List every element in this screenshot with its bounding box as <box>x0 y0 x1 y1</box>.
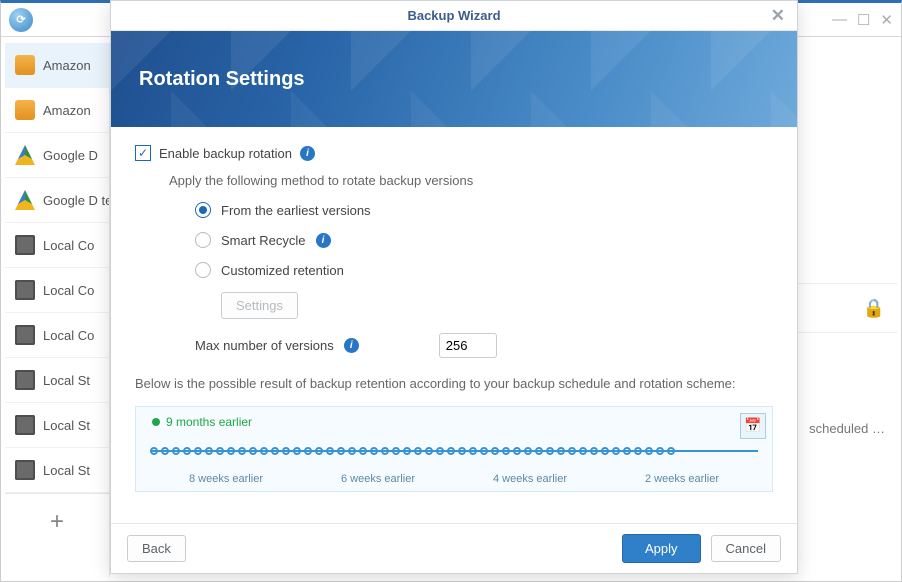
max-versions-label: Max number of versions <box>195 338 334 353</box>
sidebar-item[interactable]: Google D test <box>5 178 109 223</box>
window-min-icon[interactable]: — <box>832 11 847 29</box>
enable-rotation-label: Enable backup rotation <box>159 146 292 161</box>
local-icon <box>15 370 35 390</box>
amazon-icon <box>15 100 35 120</box>
dialog-titlebar: Backup Wizard ✕ <box>111 1 797 31</box>
banner-title: Rotation Settings <box>139 68 305 91</box>
sidebar-item-label: Local Co <box>43 238 94 253</box>
sidebar-item[interactable]: Amazon <box>5 43 109 88</box>
radio-earliest-label: From the earliest versions <box>221 203 371 218</box>
sidebar-item[interactable]: Google D <box>5 133 109 178</box>
timeline-marker-label: 4 weeks earlier <box>493 473 567 485</box>
cancel-button[interactable]: Cancel <box>711 535 781 562</box>
amazon-icon <box>15 55 35 75</box>
timeline-marker-label: 2 weeks earlier <box>645 473 719 485</box>
sidebar-item[interactable]: Local St <box>5 403 109 448</box>
dialog-banner: Rotation Settings <box>111 31 797 127</box>
back-button[interactable]: Back <box>127 535 186 562</box>
gdrive-icon <box>15 145 35 165</box>
settings-button[interactable]: Settings <box>221 292 298 319</box>
apply-method-label: Apply the following method to rotate bac… <box>169 173 773 188</box>
window-close-icon[interactable]: ✕ <box>880 11 893 29</box>
sidebar-item-label: Local St <box>43 373 90 388</box>
sidebar-item-label: Local St <box>43 418 90 433</box>
gdrive-icon <box>15 190 35 210</box>
dot-icon <box>152 418 160 426</box>
local-icon <box>15 460 35 480</box>
local-icon <box>15 280 35 300</box>
dialog-body: ✓ Enable backup rotation i Apply the fol… <box>111 127 797 523</box>
info-icon[interactable]: i <box>300 146 315 161</box>
sidebar-item[interactable]: Local St <box>5 448 109 493</box>
sidebar-item[interactable]: Local Co <box>5 313 109 358</box>
radio-smart[interactable] <box>195 232 211 248</box>
lock-icon[interactable]: 🔒 <box>863 298 885 319</box>
local-icon <box>15 325 35 345</box>
calendar-icon[interactable]: 📅 <box>740 413 766 439</box>
timeline-track <box>150 445 758 457</box>
app-icon: ⟳ <box>9 8 33 32</box>
radio-smart-label: Smart Recycle <box>221 233 306 248</box>
radio-custom-label: Customized retention <box>221 263 344 278</box>
sidebar: Amazon Amazon Google D Google D test Local C… <box>5 43 109 577</box>
sidebar-item[interactable]: Local St <box>5 358 109 403</box>
apply-button[interactable]: Apply <box>622 534 701 563</box>
retention-timeline: 📅 9 months earlier 8 weeks earlier 6 week… <box>135 406 773 492</box>
sidebar-item-label: Google D <box>43 148 98 163</box>
timeline-marker-label: 6 weeks earlier <box>341 473 415 485</box>
earliest-marker: 9 months earlier <box>152 415 252 429</box>
local-icon <box>15 415 35 435</box>
sidebar-item-label: Local Co <box>43 283 94 298</box>
window-max-icon[interactable]: ☐ <box>857 11 870 29</box>
info-icon[interactable]: i <box>316 233 331 248</box>
max-versions-input[interactable] <box>439 333 497 358</box>
add-task-button[interactable]: + <box>5 493 109 550</box>
info-icon[interactable]: i <box>344 338 359 353</box>
sidebar-item-label: Amazon <box>43 103 91 118</box>
radio-earliest[interactable] <box>195 202 211 218</box>
sidebar-item[interactable]: Amazon <box>5 88 109 133</box>
timeline-marker-label: 8 weeks earlier <box>189 473 263 485</box>
sidebar-item-label: Local St <box>43 463 90 478</box>
timeline-explain: Below is the possible result of backup r… <box>135 374 773 394</box>
timeline-markers: 8 weeks earlier 6 weeks earlier 4 weeks ea… <box>150 473 758 485</box>
backup-wizard-dialog: Backup Wizard ✕ Rotation Settings ✓ Enab… <box>110 0 798 574</box>
enable-rotation-checkbox[interactable]: ✓ <box>135 145 151 161</box>
rotation-method-radios: From the earliest versions Smart Recycle… <box>195 202 773 319</box>
earliest-label: 9 months earlier <box>166 415 252 429</box>
dialog-footer: Back Apply Cancel <box>111 523 797 573</box>
close-icon[interactable]: ✕ <box>771 6 785 26</box>
sidebar-item-label: Local Co <box>43 328 94 343</box>
dialog-title: Backup Wizard <box>407 8 500 23</box>
sidebar-item-label: Google D test <box>43 193 109 208</box>
schedule-status: scheduled … <box>809 421 885 436</box>
sidebar-item[interactable]: Local Co <box>5 268 109 313</box>
sidebar-item-label: Amazon <box>43 58 91 73</box>
local-icon <box>15 235 35 255</box>
sidebar-item[interactable]: Local Co <box>5 223 109 268</box>
radio-custom[interactable] <box>195 262 211 278</box>
